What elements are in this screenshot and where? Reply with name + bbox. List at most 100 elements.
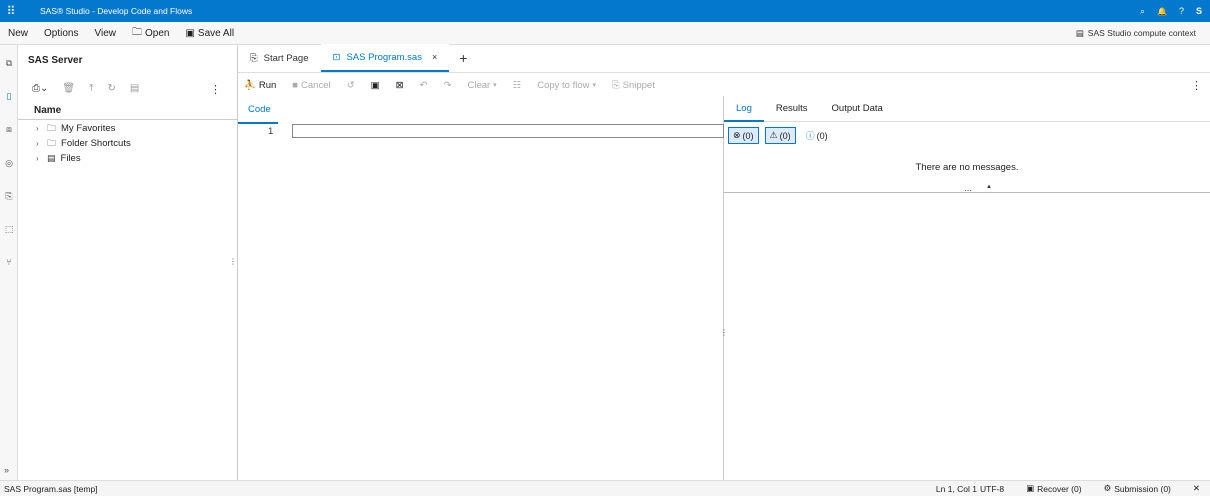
horizontal-splitter[interactable] (724, 192, 1210, 193)
properties-icon[interactable]: ▤ (130, 83, 139, 94)
program-icon: ⊡ (332, 51, 341, 63)
tab-log[interactable]: Log (724, 96, 764, 122)
start-page-icon: ⎘ (250, 52, 258, 64)
more-options-icon[interactable]: ⋮ (210, 83, 221, 96)
open-button[interactable]: 🗀 Open (124, 25, 177, 42)
recover-icon: ▣ (1026, 483, 1035, 493)
line-number: 1 (268, 126, 274, 137)
open-label: Open (144, 27, 170, 39)
errors-count: (0) (742, 130, 754, 141)
splitter-grip-icon[interactable]: ⋯ (964, 186, 972, 195)
errors-filter[interactable]: ⊗ (0) (728, 127, 759, 144)
tab-label: Start Page (263, 52, 309, 64)
clear-label: Clear (467, 79, 491, 91)
snippet-icon: ⎘ (612, 79, 620, 91)
tab-sas-program[interactable]: ⊡ SAS Program.sas × (320, 44, 450, 72)
status-file: SAS Program.sas [temp] (4, 483, 98, 494)
undo-icon[interactable]: ↶ (420, 80, 428, 91)
shortcut-folder-icon: 🗀 (47, 137, 57, 148)
close-icon[interactable]: × (432, 52, 437, 62)
menu-view[interactable]: View (86, 28, 124, 39)
favorites-folder-icon: 🗀 (47, 122, 57, 133)
menu-options[interactable]: Options (36, 28, 86, 39)
save-as-icon[interactable]: ⊠ (396, 80, 404, 91)
tree-item-folder-shortcuts[interactable]: › 🗀 Folder Shortcuts (36, 136, 131, 151)
clear-button[interactable]: Clear ▾ (467, 80, 496, 91)
tasks-icon[interactable]: ⎘ (3, 190, 15, 202)
name-column-header[interactable]: Name (18, 102, 238, 120)
new-item-icon[interactable]: ⎙⌄ (32, 83, 48, 94)
gear-icon: ⚙ (1103, 483, 1112, 493)
sas-server-icon[interactable]: ▯ (3, 90, 15, 102)
steps-icon[interactable]: ⬚ (3, 223, 15, 235)
cursor-position: Ln 1, Col 1 (935, 483, 978, 494)
explorer-icon[interactable]: ◎ (3, 157, 15, 169)
save-icon[interactable]: ▣ (371, 80, 380, 91)
run-button[interactable]: ⛹ Run (244, 80, 276, 91)
compute-context-label: SAS Studio compute context (1087, 28, 1196, 38)
refresh-icon[interactable]: ↻ (108, 83, 116, 94)
pane-title: SAS Server (28, 55, 83, 66)
notes-filter[interactable]: ⓘ (0) (802, 127, 832, 144)
submission-button[interactable]: ⚙ Submission (0) (1104, 483, 1171, 494)
chevron-right-icon[interactable]: › (36, 154, 42, 163)
search-icon[interactable]: ⌕ (1140, 6, 1145, 17)
tab-code[interactable]: Code (248, 104, 271, 115)
warning-icon: ⚠ (769, 130, 778, 140)
recover-label: Recover (0) (1037, 483, 1082, 494)
warnings-filter[interactable]: ⚠ (0) (764, 127, 796, 144)
save-all-button[interactable]: ▣ Save All (177, 28, 242, 39)
maximize-icon[interactable]: ✕ (1193, 483, 1200, 494)
cancel-button[interactable]: ■ Cancel (292, 80, 330, 91)
compute-context[interactable]: ▤ SAS Studio compute context (1076, 28, 1210, 39)
redo-icon[interactable]: ↷ (444, 80, 452, 91)
tab-start-page[interactable]: ⎘ Start Page (238, 44, 321, 72)
run-label: Run (258, 79, 277, 91)
tree-item-label: Folder Shortcuts (61, 138, 131, 149)
snippet-button[interactable]: ⎘ Snippet (612, 80, 655, 91)
chevron-right-icon[interactable]: › (36, 124, 42, 133)
save-icon: ▣ (185, 27, 195, 39)
save-all-label: Save All (197, 27, 235, 39)
chevron-right-icon[interactable]: › (36, 139, 42, 148)
code-pane: Code 1 ⋮ (238, 96, 728, 480)
expand-rail-icon[interactable]: » (4, 465, 9, 475)
git-icon[interactable]: ⑂ (3, 256, 15, 268)
warnings-count: (0) (779, 130, 791, 141)
help-icon[interactable]: ? (1179, 6, 1184, 16)
recover-button[interactable]: ▣ Recover (0) (1026, 483, 1081, 494)
tree-item-my-favorites[interactable]: › 🗀 My Favorites (36, 121, 115, 136)
document-tabs: ⎘ Start Page ⊡ SAS Program.sas × + (238, 44, 1210, 73)
app-title: SAS® Studio - Develop Code and Flows (40, 6, 193, 16)
format-icon[interactable]: ☷ (513, 80, 522, 91)
tab-results[interactable]: Results (764, 96, 820, 122)
user-avatar[interactable]: S (1196, 6, 1202, 16)
apps-menu-icon[interactable]: ⠿ (0, 0, 22, 22)
copy-to-flow-label: Copy to flow (537, 79, 590, 91)
error-icon: ⊗ (733, 130, 741, 140)
chevron-down-icon: ▾ (493, 82, 497, 89)
snippet-label: Snippet (622, 79, 655, 91)
tree-item-label: Files (60, 153, 81, 164)
menu-bar: New Options View 🗀 Open ▣ Save All ▤ SAS… (0, 22, 1210, 45)
chevron-down-icon: ▾ (592, 82, 597, 89)
delete-icon[interactable]: 🗑 (62, 83, 75, 94)
tab-output-data[interactable]: Output Data (820, 96, 895, 122)
code-editor-line[interactable] (292, 124, 724, 138)
history-icon[interactable]: ↺ (347, 80, 355, 91)
resize-handle[interactable]: ⋮ (229, 257, 237, 266)
notifications-icon[interactable]: 🔔 (1157, 7, 1167, 16)
libraries-icon[interactable]: ⧈ (3, 123, 15, 135)
tree-item-files[interactable]: › ▤ Files (36, 151, 81, 166)
collapse-up-icon[interactable]: ▲ (986, 184, 992, 190)
more-options-icon[interactable]: ⋮ (1191, 79, 1202, 92)
add-tab-button[interactable]: + (449, 44, 477, 72)
upload-icon[interactable]: ⤒ (89, 83, 93, 94)
program-toolbar: ⛹ Run ■ Cancel ↺ ▣ ⊠ ↶ ↷ Clear ▾ ☷ Copy … (238, 74, 1210, 96)
log-pane: Log Results Output Data ⊗ (0) ⚠ (0) ⓘ (0… (724, 96, 1210, 480)
folder-icon: 🗀 (131, 26, 142, 38)
open-item-icon[interactable]: ⧉ (3, 57, 15, 69)
log-tabs: Log Results Output Data (724, 96, 1210, 122)
copy-to-flow-button[interactable]: Copy to flow ▾ (537, 80, 596, 91)
menu-new[interactable]: New (0, 28, 36, 39)
